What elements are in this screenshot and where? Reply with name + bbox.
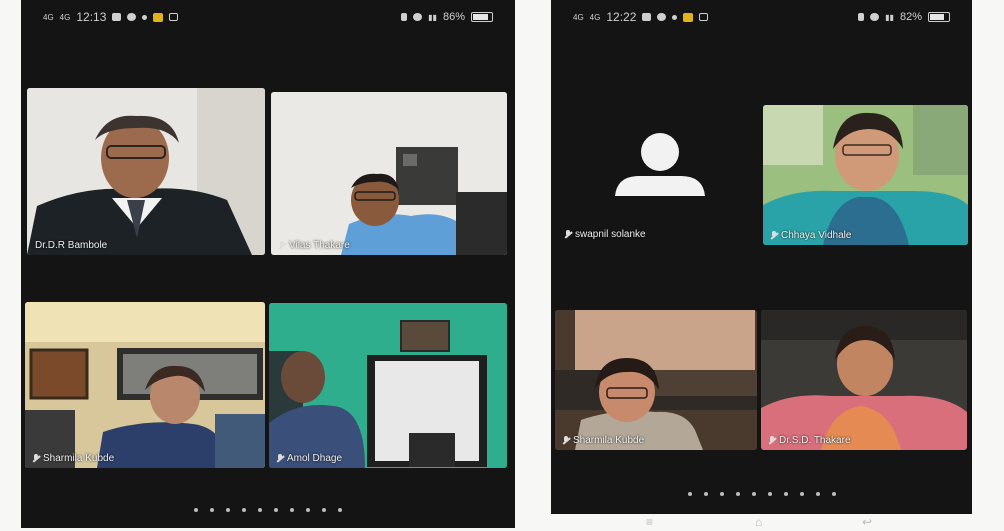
page-dot[interactable] (831, 492, 836, 496)
page-dot[interactable] (735, 492, 740, 496)
video-tile[interactable]: Sharmila Kubde (555, 310, 757, 450)
participant-name-tag: Sharmila Kubde (33, 453, 114, 464)
signal-indicator-2: 4G (589, 12, 601, 22)
participant-video (27, 88, 265, 255)
page-dot[interactable] (815, 492, 820, 496)
status-time: 12:13 (76, 10, 107, 24)
battery-icon (471, 12, 493, 22)
chat-icon (127, 13, 137, 21)
participant-name: Sharmila Kubde (43, 453, 115, 464)
signal-indicator: 4G (573, 12, 584, 22)
default-avatar-icon (615, 133, 705, 196)
participant-name: Dr.D.R Bambole (35, 240, 108, 251)
participant-name: Vilas Thakare (289, 240, 350, 251)
video-tile[interactable]: swapnil solanke (557, 104, 757, 244)
page-dot[interactable] (799, 492, 804, 496)
page-dot[interactable] (258, 508, 262, 512)
participant-name: swapnil solanke (575, 229, 646, 240)
mic-muted-icon (563, 436, 569, 445)
signal-indicator-2: 4G (59, 12, 71, 22)
page-dot[interactable] (767, 492, 772, 496)
page-dot[interactable] (290, 508, 294, 512)
page-dot[interactable] (783, 492, 788, 496)
participant-name-tag: Dr.D.R Bambole (35, 240, 107, 251)
app-notification-icon (683, 12, 694, 22)
participant-video (269, 303, 507, 468)
alarm-icon (413, 13, 423, 21)
notification-icon (112, 13, 122, 21)
home-key-icon[interactable]: ⌂ (755, 515, 762, 529)
back-key-icon[interactable]: ↩ (862, 515, 872, 529)
participant-name: Amol Dhage (287, 453, 343, 464)
screen-icon (169, 13, 179, 21)
page-dot[interactable] (226, 508, 230, 512)
alarm-icon (870, 13, 880, 21)
participant-video (25, 302, 265, 468)
right-phone-screen: 4G 4G 12:22 ▮▮ 82% swapnil solanke Chhay… (551, 0, 972, 514)
video-tile[interactable]: Amol Dhage (269, 303, 507, 468)
participant-video (763, 105, 968, 245)
participant-name: Sharmila Kubde (573, 435, 645, 446)
chat-icon (657, 13, 667, 21)
page-dot[interactable] (322, 508, 326, 512)
page-dot[interactable] (242, 508, 246, 512)
video-tile[interactable]: Dr.D.R Bambole (27, 88, 265, 255)
participant-name-tag: Chhaya Vidhale (771, 230, 851, 241)
network-icon: ▮▮ (885, 12, 894, 22)
participant-video (271, 92, 507, 255)
page-dot[interactable] (751, 492, 756, 496)
mic-muted-icon (33, 454, 39, 463)
status-bar: 4G 4G 12:22 ▮▮ 82% (551, 0, 972, 34)
signal-indicator: 4G (43, 12, 54, 22)
participant-name-tag: Dr.S.D. Thakare (769, 435, 851, 446)
notification-icon (642, 13, 652, 21)
page-dot[interactable] (703, 492, 708, 496)
battery-icon (928, 12, 950, 22)
participant-video (555, 310, 757, 450)
mic-muted-icon (277, 454, 283, 463)
participant-name-tag: Amol Dhage (277, 453, 342, 464)
battery-percent: 82% (899, 11, 922, 23)
status-time: 12:22 (606, 10, 637, 24)
page-dot[interactable] (338, 508, 342, 512)
bluetooth-icon (401, 13, 408, 21)
page-dot[interactable] (194, 508, 198, 512)
left-phone-screen: 4G 4G 12:13 ▮▮ 86% Dr.D.R Bambole Vilas … (21, 0, 515, 528)
participant-name-tag: Vilas Thakare (279, 240, 350, 251)
page-dot[interactable] (719, 492, 724, 496)
participant-name-tag: swapnil solanke (565, 229, 646, 240)
battery-percent: 86% (442, 11, 465, 23)
page-indicator[interactable] (551, 492, 972, 496)
dot-icon (142, 14, 148, 20)
network-icon: ▮▮ (428, 12, 437, 22)
mic-muted-icon (279, 241, 285, 250)
mic-muted-icon (771, 231, 777, 240)
page-dot[interactable] (274, 508, 278, 512)
bluetooth-icon (858, 13, 865, 21)
video-tile[interactable]: Vilas Thakare (271, 92, 507, 255)
participant-name: Dr.S.D. Thakare (779, 435, 851, 446)
app-notification-icon (153, 12, 164, 22)
status-bar: 4G 4G 12:13 ▮▮ 86% (21, 0, 515, 34)
participant-video (761, 310, 967, 450)
video-tile[interactable]: Chhaya Vidhale (763, 105, 968, 245)
page-indicator[interactable] (21, 508, 515, 512)
screen-icon (699, 13, 709, 21)
mic-muted-icon (769, 436, 775, 445)
participant-name-tag: Sharmila Kubde (563, 435, 644, 446)
video-tile[interactable]: Dr.S.D. Thakare (761, 310, 967, 450)
dot-icon (672, 14, 678, 20)
page-dot[interactable] (306, 508, 310, 512)
video-tile[interactable]: Sharmila Kubde (25, 302, 265, 468)
page-dot[interactable] (687, 492, 692, 496)
participant-name: Chhaya Vidhale (781, 230, 852, 241)
page-dot[interactable] (210, 508, 214, 512)
menu-key-icon[interactable]: ≡ (646, 515, 653, 529)
mic-muted-icon (565, 230, 571, 239)
